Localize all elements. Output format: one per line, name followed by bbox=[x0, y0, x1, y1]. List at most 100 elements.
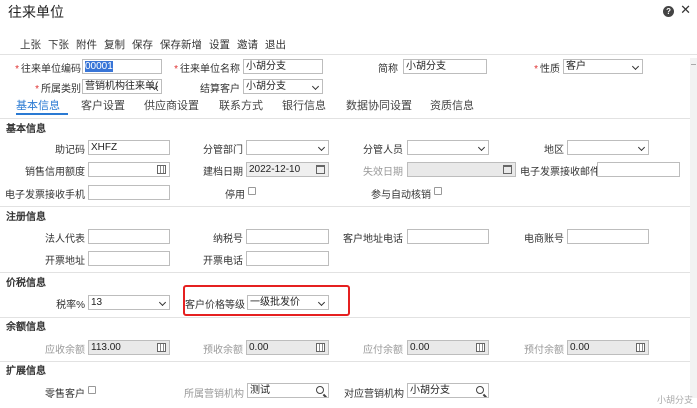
help-icon[interactable]: ? bbox=[663, 6, 675, 17]
address-phone-label: 客户地址电话 bbox=[343, 234, 403, 245]
staff-label: 分管人员 bbox=[363, 145, 403, 156]
settle-select[interactable]: 小胡分支 bbox=[243, 79, 323, 94]
vertical-scrollbar[interactable] bbox=[690, 58, 697, 398]
section-divider bbox=[0, 361, 697, 362]
toolbar-save-new[interactable]: 保存新增 bbox=[160, 39, 202, 51]
highlight-box bbox=[183, 285, 350, 316]
ecom-account-input[interactable] bbox=[567, 229, 649, 244]
window-title: 往来单位 bbox=[8, 4, 64, 20]
calculator-icon bbox=[636, 343, 645, 352]
tab-basic[interactable]: 基本信息 bbox=[16, 97, 60, 113]
credit-label: 销售信用额度 bbox=[25, 167, 85, 178]
toolbar-next[interactable]: 下张 bbox=[48, 39, 69, 51]
section-registration: 注册信息 bbox=[6, 212, 46, 223]
einvoice-email-input[interactable] bbox=[597, 162, 680, 177]
prepaid-label: 预付余额 bbox=[524, 345, 564, 356]
calculator-icon[interactable] bbox=[157, 165, 166, 174]
retail-customer-checkbox[interactable] bbox=[88, 386, 96, 394]
tab-qualification[interactable]: 资质信息 bbox=[430, 97, 474, 113]
tab-supplier[interactable]: 供应商设置 bbox=[144, 97, 199, 113]
marketing-org-label: 所属营销机构 bbox=[184, 389, 244, 400]
short-name-input[interactable]: 小胡分支 bbox=[403, 59, 487, 74]
section-basic: 基本信息 bbox=[6, 124, 46, 135]
toolbar-invite[interactable]: 邀请 bbox=[237, 39, 258, 51]
legal-rep-label: 法人代表 bbox=[45, 234, 85, 245]
tab-contact[interactable]: 联系方式 bbox=[219, 97, 263, 113]
prereceived-input: 0.00 bbox=[246, 340, 329, 355]
receivable-input: 113.00 bbox=[88, 340, 170, 355]
tax-number-input[interactable] bbox=[246, 229, 329, 244]
region-select[interactable] bbox=[567, 140, 649, 155]
dept-label: 分管部门 bbox=[203, 145, 243, 156]
toolbar-prev[interactable]: 上张 bbox=[20, 39, 41, 51]
invoice-phone-label: 开票电话 bbox=[203, 256, 243, 267]
prereceived-label: 预收余额 bbox=[203, 345, 243, 356]
mnemonic-input[interactable]: XHFZ bbox=[88, 140, 170, 155]
created-date-label: 建档日期 bbox=[203, 167, 243, 178]
toolbar-save[interactable]: 保存 bbox=[132, 39, 153, 51]
toolbar-attach[interactable]: 附件 bbox=[76, 39, 97, 51]
tab-bank[interactable]: 银行信息 bbox=[282, 97, 326, 113]
tax-rate-label: 税率% bbox=[56, 300, 85, 311]
invoice-address-label: 开票地址 bbox=[45, 256, 85, 267]
tax-rate-select[interactable]: 13 bbox=[88, 295, 170, 310]
payable-label: 应付余额 bbox=[363, 345, 403, 356]
toolbar-settings[interactable]: 设置 bbox=[209, 39, 230, 51]
tab-customer[interactable]: 客户设置 bbox=[81, 97, 125, 113]
invoice-phone-input[interactable] bbox=[246, 251, 329, 266]
payable-input: 0.00 bbox=[407, 340, 489, 355]
retail-customer-label: 零售客户 bbox=[45, 389, 85, 400]
toolbar-divider bbox=[0, 54, 697, 55]
code-label: * 往来单位编码 bbox=[15, 64, 81, 75]
disabled-checkbox[interactable] bbox=[248, 187, 256, 195]
auto-verify-checkbox[interactable] bbox=[434, 187, 442, 195]
legal-rep-input[interactable] bbox=[88, 229, 170, 244]
auto-verify-label: 参与自动核销 bbox=[371, 190, 431, 201]
close-icon[interactable]: ✕ bbox=[680, 2, 691, 18]
search-icon[interactable] bbox=[316, 386, 324, 394]
toolbar: 上张 下张 附件 复制 保存 保存新增 设置 邀请 退出 bbox=[20, 37, 293, 52]
calculator-icon bbox=[316, 343, 325, 352]
settle-label: 结算客户 bbox=[200, 84, 240, 95]
nature-select[interactable]: 客户 bbox=[563, 59, 643, 74]
mnemonic-label: 助记码 bbox=[55, 145, 85, 156]
search-icon[interactable] bbox=[476, 386, 484, 394]
category-select[interactable]: 营销机构往来单( bbox=[82, 79, 162, 94]
prepaid-input: 0.00 bbox=[567, 340, 649, 355]
section-divider bbox=[0, 206, 697, 207]
einvoice-phone-input[interactable] bbox=[88, 185, 170, 200]
nature-label: * 性质 bbox=[534, 64, 560, 75]
calculator-icon bbox=[157, 343, 166, 352]
tab-data-sync[interactable]: 数据协同设置 bbox=[346, 97, 412, 113]
receivable-label: 应收余额 bbox=[45, 345, 85, 356]
calendar-icon[interactable] bbox=[316, 165, 325, 174]
address-phone-input[interactable] bbox=[407, 229, 489, 244]
section-divider bbox=[0, 272, 697, 273]
toolbar-exit[interactable]: 退出 bbox=[265, 39, 286, 51]
category-label: * 所属类别 bbox=[35, 84, 81, 95]
ecom-account-label: 电商账号 bbox=[524, 234, 564, 245]
invoice-address-input[interactable] bbox=[88, 251, 170, 266]
marketing-org-input[interactable]: 测试 bbox=[247, 383, 329, 398]
einvoice-phone-label: 电子发票接收手机 bbox=[5, 190, 85, 201]
calendar-icon[interactable] bbox=[503, 165, 512, 174]
mapped-org-label: 对应营销机构 bbox=[344, 389, 404, 400]
mapped-org-input[interactable]: 小胡分支 bbox=[407, 383, 489, 398]
expiry-date-label: 失效日期 bbox=[363, 167, 403, 178]
einvoice-email-label: 电子发票接收邮件 bbox=[520, 167, 600, 178]
watermark: 小胡分支 bbox=[656, 395, 693, 405]
toolbar-copy[interactable]: 复制 bbox=[104, 39, 125, 51]
expiry-date-input[interactable] bbox=[407, 162, 516, 177]
section-pricing: 价税信息 bbox=[6, 278, 46, 289]
staff-select[interactable] bbox=[407, 140, 489, 155]
tax-number-label: 纳税号 bbox=[213, 234, 243, 245]
name-input[interactable]: 小胡分支 bbox=[243, 59, 323, 74]
active-tab-indicator bbox=[16, 113, 68, 115]
dept-select[interactable] bbox=[246, 140, 329, 155]
disabled-label: 停用 bbox=[225, 190, 245, 201]
window-controls: ? ✕ bbox=[657, 2, 691, 18]
created-date-input[interactable]: 2022-12-10 bbox=[246, 162, 329, 177]
code-input[interactable]: 00001 bbox=[82, 59, 162, 74]
section-extension: 扩展信息 bbox=[6, 366, 46, 377]
credit-input[interactable] bbox=[88, 162, 170, 177]
